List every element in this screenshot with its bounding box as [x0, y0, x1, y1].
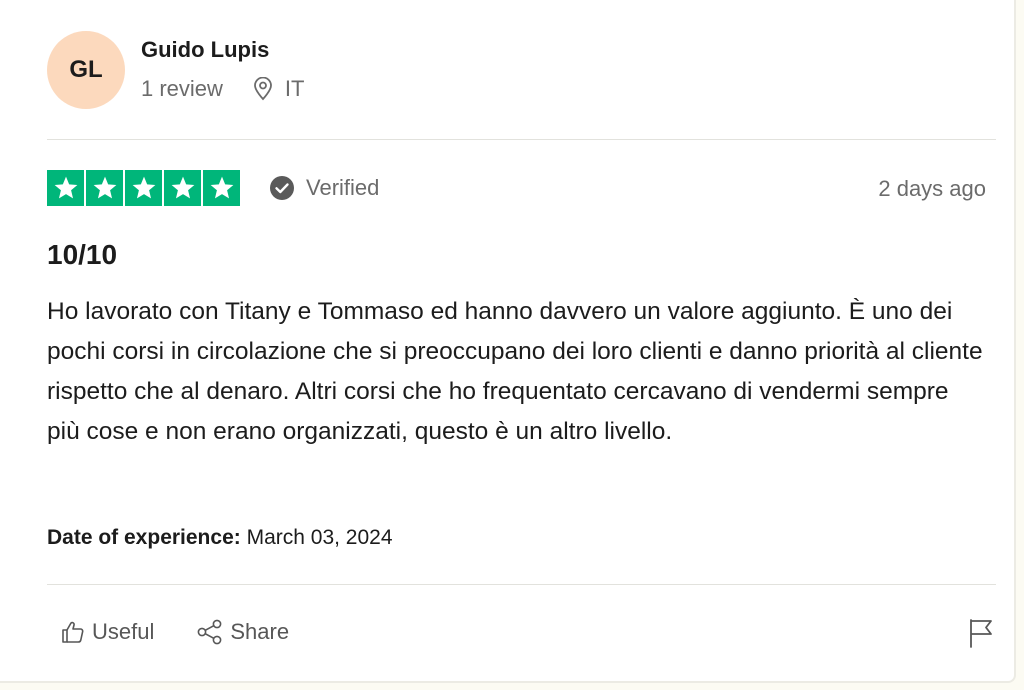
- star-icon: [86, 170, 123, 206]
- useful-button[interactable]: Useful: [60, 619, 154, 645]
- location-pin-icon: [253, 77, 273, 101]
- experience-date: March 03, 2024: [246, 526, 393, 549]
- share-label: Share: [230, 619, 290, 644]
- useful-label: Useful: [92, 619, 155, 644]
- thumbs-up-icon: [62, 621, 84, 643]
- footer-divider: [47, 584, 996, 585]
- date-of-experience: Date of experience: March 03, 2024: [47, 526, 393, 550]
- review-card: GL Guido Lupis 1 review IT Verified 2 da…: [0, 0, 1016, 683]
- verified-label: Verified: [306, 175, 380, 200]
- star-icon: [125, 170, 162, 206]
- review-count: 1 review: [141, 76, 223, 101]
- star-icon: [203, 170, 240, 206]
- reviewer-name[interactable]: Guido Lupis: [141, 37, 269, 63]
- verified-check-icon: [270, 176, 294, 200]
- star-rating: [47, 170, 240, 206]
- experience-label: Date of experience:: [47, 526, 241, 549]
- avatar-initials: GL: [69, 56, 103, 83]
- header-divider: [47, 139, 996, 140]
- flag-icon: [970, 619, 992, 648]
- reviewer-meta: 1 review IT: [141, 76, 304, 102]
- flag-button[interactable]: [968, 618, 994, 653]
- review-body: Ho lavorato con Titany e Tommaso ed hann…: [47, 298, 983, 445]
- star-icon: [164, 170, 201, 206]
- avatar[interactable]: GL: [47, 31, 125, 109]
- verified-badge[interactable]: Verified: [270, 175, 379, 201]
- posted-time: 2 days ago: [878, 176, 986, 201]
- star-icon: [47, 170, 84, 206]
- reviewer-country: IT: [284, 76, 305, 101]
- review-actions: Useful Share: [60, 619, 289, 645]
- share-button[interactable]: Share: [196, 619, 289, 645]
- review-title: 10/10: [47, 239, 118, 270]
- share-icon: [197, 619, 222, 645]
